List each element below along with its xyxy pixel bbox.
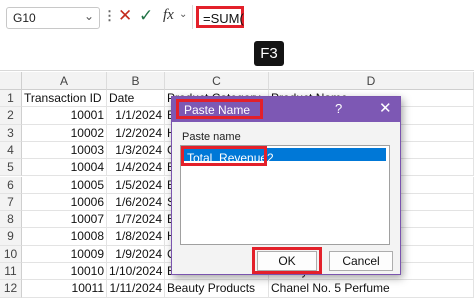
cell-b[interactable]: 1/1/2024 — [107, 107, 165, 125]
cell-b[interactable]: 1/3/2024 — [107, 141, 165, 160]
cell-b[interactable]: 1/5/2024 — [107, 176, 165, 194]
row-header[interactable]: 8 — [0, 211, 22, 229]
row-header[interactable]: 6 — [0, 176, 22, 194]
cell-a[interactable]: 10003 — [22, 141, 107, 160]
row-header[interactable]: 11 — [0, 263, 22, 281]
column-header-c[interactable]: C — [165, 72, 269, 90]
highlight-box — [181, 146, 267, 166]
cell-b[interactable]: 1/7/2024 — [107, 211, 165, 229]
row-header[interactable]: 9 — [0, 228, 22, 246]
cell-c[interactable]: Beauty Products — [165, 280, 269, 298]
cell-a[interactable]: 10011 — [22, 280, 107, 298]
cell-a[interactable]: 10001 — [22, 107, 107, 125]
paste-name-label: Paste name — [182, 131, 241, 143]
formula-text: =SUM( — [203, 11, 244, 26]
help-icon[interactable]: ? — [335, 101, 342, 116]
name-box-value: G10 — [13, 11, 36, 25]
row-header[interactable]: 2 — [0, 107, 22, 125]
cell-a[interactable]: 10006 — [22, 193, 107, 212]
row-header[interactable]: 12 — [0, 280, 22, 298]
row-header[interactable]: 5 — [0, 159, 22, 177]
paste-name-dialog: Paste Name ? ✕ Paste name Total_Revenue2… — [171, 96, 401, 275]
dialog-title: Paste Name — [184, 103, 251, 117]
name-list[interactable]: Total_Revenue2 — [180, 145, 390, 245]
cancel-button[interactable]: Cancel — [329, 251, 393, 271]
cell-b[interactable]: 1/4/2024 — [107, 159, 165, 177]
cell-d[interactable]: Chanel No. 5 Perfume — [269, 280, 474, 298]
enter-icon[interactable]: ✓ — [139, 6, 153, 26]
formula-input[interactable]: =SUM( — [196, 6, 244, 28]
close-icon[interactable]: ✕ — [379, 99, 392, 117]
cell-a[interactable]: Transaction ID — [22, 90, 107, 108]
cell-a[interactable]: 10008 — [22, 228, 107, 246]
column-header-b[interactable]: B — [107, 72, 165, 90]
chevron-down-icon[interactable]: ⌄ — [179, 9, 187, 20]
column-header-d[interactable]: D — [269, 72, 474, 90]
key-hint-badge: F3 — [254, 41, 284, 66]
cancel-icon[interactable]: ✕ — [118, 6, 132, 26]
cell-b[interactable]: Date — [107, 90, 165, 108]
cell-b[interactable]: 1/2/2024 — [107, 124, 165, 142]
cell-b[interactable]: 1/9/2024 — [107, 245, 165, 263]
select-all-corner[interactable] — [0, 72, 22, 90]
cell-b[interactable]: 1/11/2024 — [107, 280, 165, 298]
row-header[interactable]: 10 — [0, 245, 22, 263]
formula-buttons: ✕ ✓ fx ⌄ — [112, 5, 193, 29]
cell-a[interactable]: 10005 — [22, 176, 107, 194]
chevron-down-icon[interactable]: ⌄ — [84, 9, 94, 23]
cell-b[interactable]: 1/10/2024 — [107, 263, 165, 281]
insert-function-button[interactable]: fx — [163, 7, 174, 24]
cell-a[interactable]: 10004 — [22, 159, 107, 177]
row-header[interactable]: 7 — [0, 193, 22, 212]
cell-a[interactable]: 10009 — [22, 245, 107, 263]
formula-bar-area: G10 ⌄ ⋮ ✕ ✓ fx ⌄ =SUM( F3 — [0, 0, 474, 71]
row-header[interactable]: 3 — [0, 124, 22, 142]
highlight-box: Paste Name — [176, 99, 263, 119]
cell-a[interactable]: 10010 — [22, 263, 107, 281]
cell-b[interactable]: 1/8/2024 — [107, 228, 165, 246]
name-box[interactable]: G10 ⌄ — [6, 7, 100, 29]
cell-b[interactable]: 1/6/2024 — [107, 193, 165, 212]
column-header-a[interactable]: A — [22, 72, 107, 90]
dialog-title-bar: Paste Name ? ✕ — [172, 97, 400, 122]
row-header[interactable]: 4 — [0, 141, 22, 160]
row-header[interactable]: 1 — [0, 90, 22, 108]
cell-a[interactable]: 10002 — [22, 124, 107, 142]
cell-a[interactable]: 10007 — [22, 211, 107, 229]
ok-button[interactable]: OK — [257, 251, 317, 271]
